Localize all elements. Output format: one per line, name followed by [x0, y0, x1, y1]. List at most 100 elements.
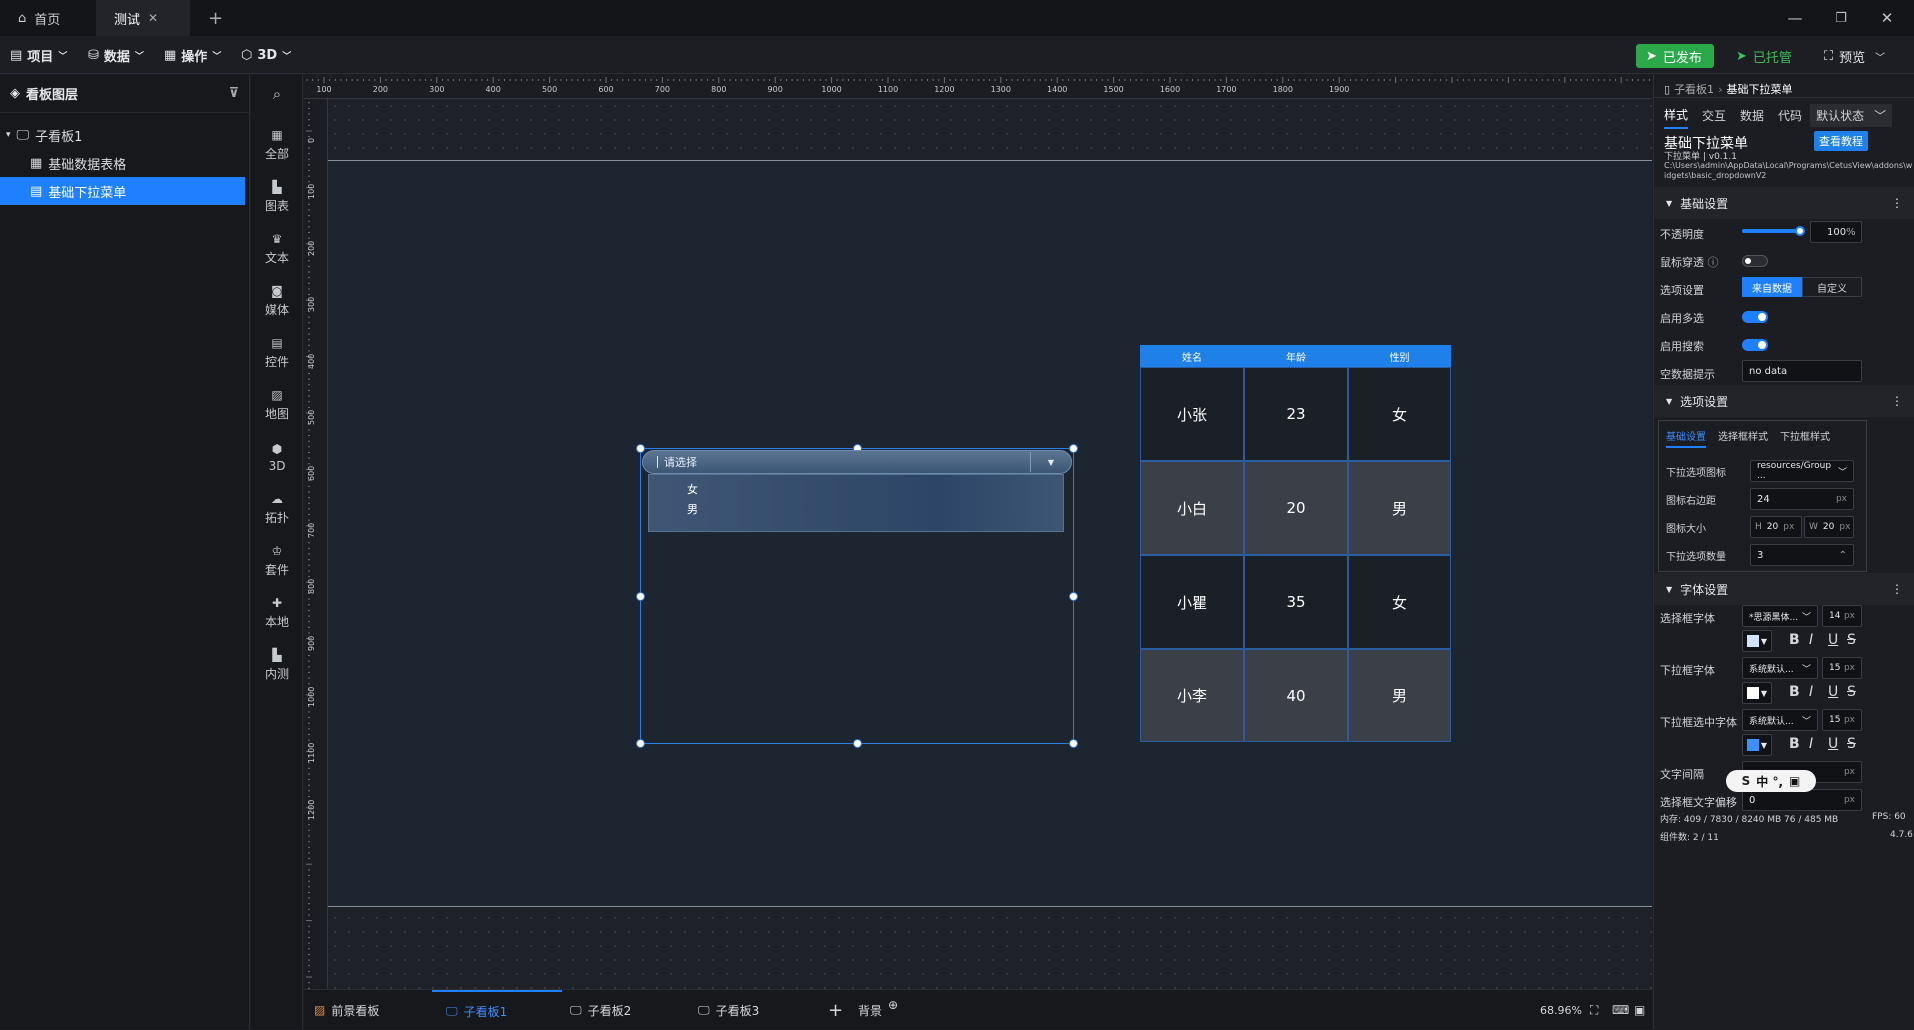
strikethrough-icon[interactable]: S [1847, 632, 1856, 648]
tab-subboard-2[interactable]: 🖵 子看板2 [570, 990, 631, 1030]
more-icon[interactable]: ⋮ [1891, 582, 1903, 596]
tab-foreground[interactable]: ▨ 前景看板 [314, 990, 379, 1030]
box-font-select[interactable]: *思源黑体... ﹀ [1742, 605, 1818, 627]
tab-subboard-1[interactable]: 🖵 子看板1 [432, 990, 562, 1030]
bold-icon[interactable]: B [1789, 632, 1800, 648]
list-font-select[interactable]: 系统默认... ﹀ [1742, 657, 1818, 679]
icon-height-input[interactable]: H 20 px [1750, 516, 1802, 538]
underline-icon[interactable]: U [1828, 736, 1838, 752]
section-options[interactable]: ▼ 选项设置 ⋮ [1654, 385, 1914, 417]
selected-font-select[interactable]: 系统默认... ﹀ [1742, 709, 1818, 731]
sidebar-item-3d[interactable]: ⬢ 3D [251, 431, 303, 483]
empty-text-input[interactable]: no data [1742, 360, 1862, 382]
more-icon[interactable]: ⋮ [1891, 196, 1903, 210]
tab-test[interactable]: 测试 ✕ [96, 0, 190, 36]
dropdown-option[interactable]: 男 [687, 501, 698, 517]
resize-handle-r[interactable] [1069, 592, 1078, 601]
option-from-data[interactable]: 来自数据 [1742, 277, 1802, 297]
search-icon[interactable]: ⌕ [251, 75, 303, 113]
strikethrough-icon[interactable]: S [1847, 736, 1856, 752]
bold-icon[interactable]: B [1789, 736, 1800, 752]
box-font-color[interactable]: ▼ [1742, 630, 1772, 652]
sidebar-item-all[interactable]: ▦ 全部 [251, 119, 303, 171]
hosted-button[interactable]: ➤ 已托管 [1726, 44, 1802, 68]
search-toggle[interactable] [1742, 339, 1768, 351]
ime-toolbar[interactable]: S中 °, ▣ [1726, 770, 1816, 792]
option-count-input[interactable]: 3 ⌃ [1750, 544, 1854, 566]
fit-icon[interactable]: ⛶ [1590, 990, 1598, 1030]
keyboard-icon[interactable]: ⌨ [1612, 990, 1629, 1030]
add-tab-icon[interactable]: + [190, 0, 230, 36]
help-icon[interactable]: ⓘ [1708, 256, 1719, 269]
list-font-color[interactable]: ▼ [1742, 682, 1772, 704]
tab-code[interactable]: 代码 [1778, 107, 1802, 124]
tab-data[interactable]: 数据 [1740, 107, 1764, 124]
dropdown-select-box[interactable]: 请选择 ▼ [642, 450, 1072, 474]
section-basic[interactable]: ▼ 基础设置 ⋮ [1654, 187, 1914, 219]
text-offset-input[interactable]: 0 px [1742, 789, 1862, 811]
multi-select-toggle[interactable] [1742, 311, 1768, 323]
window-close-icon[interactable]: ✕ [1864, 0, 1910, 36]
sidebar-item-local[interactable]: ✚ 本地 [251, 587, 303, 639]
tab-home[interactable]: ⌂ 首页 [0, 0, 88, 36]
terminal-icon[interactable]: ▣ [1634, 990, 1645, 1030]
list-font-size[interactable]: 15 px [1822, 657, 1862, 679]
sidebar-item-map[interactable]: ▨ 地图 [251, 379, 303, 431]
dropdown-option[interactable]: 女 [687, 481, 698, 497]
mouse-through-toggle[interactable] [1742, 255, 1768, 267]
subtab-select-style[interactable]: 选择框样式 [1718, 428, 1768, 448]
opacity-slider[interactable] [1742, 229, 1798, 233]
icon-width-input[interactable]: W 20 px [1804, 516, 1854, 538]
sidebar-item-topology[interactable]: ☁ 拓扑 [251, 483, 303, 535]
option-custom[interactable]: 自定义 [1802, 277, 1862, 297]
sidebar-item-control[interactable]: ▤ 控件 [251, 327, 303, 379]
add-circle-icon[interactable]: ⊕ [888, 998, 898, 1012]
menu-3d[interactable]: ⬡ 3D ﹀ [241, 36, 291, 74]
layer-item-board[interactable]: ▾ 🖵 子看板1 [0, 121, 249, 149]
layer-item-dropdown[interactable]: ▤ 基础下拉菜单 [0, 177, 245, 205]
subtab-basic[interactable]: 基础设置 [1666, 428, 1706, 448]
tab-interaction[interactable]: 交互 [1702, 107, 1726, 124]
section-font[interactable]: ▼ 字体设置 ⋮ [1654, 573, 1914, 605]
minimize-icon[interactable]: — [1772, 0, 1818, 36]
strikethrough-icon[interactable]: S [1847, 684, 1856, 700]
more-icon[interactable]: ⋮ [1891, 394, 1903, 408]
underline-icon[interactable]: U [1828, 632, 1838, 648]
sidebar-item-chart[interactable]: ▙ 图表 [251, 171, 303, 223]
menu-data[interactable]: ⛁ 数据 ﹀ [88, 36, 144, 74]
subtab-list-style[interactable]: 下拉框样式 [1780, 428, 1830, 448]
sidebar-item-kit[interactable]: ♔ 套件 [251, 535, 303, 587]
tab-background[interactable]: 背景 ⊕ [858, 990, 898, 1030]
bold-icon[interactable]: B [1789, 684, 1800, 700]
italic-icon[interactable]: I [1809, 632, 1813, 648]
sidebar-item-text[interactable]: ♛ 文本 [251, 223, 303, 275]
resize-handle-tr[interactable] [1069, 444, 1078, 453]
data-table[interactable]: 姓名 年龄 性别 小张 23 女 小白 20 男 小瞿 35 女 小李 40 男 [1140, 345, 1451, 742]
box-font-size[interactable]: 14 px [1822, 605, 1862, 627]
resize-handle-br[interactable] [1069, 739, 1078, 748]
state-select[interactable]: 默认状态 ﹀ [1810, 103, 1893, 127]
icon-select[interactable]: resources/Group ... ﹀ [1750, 460, 1854, 482]
opacity-input[interactable]: 100% [1810, 221, 1862, 243]
add-board-icon[interactable]: + [828, 990, 843, 1030]
filter-icon[interactable]: ⊽ [228, 86, 239, 101]
icon-margin-input[interactable]: 24 px [1750, 488, 1854, 510]
publish-button[interactable]: ➤ 已发布 [1636, 44, 1714, 68]
restore-icon[interactable]: ❐ [1818, 0, 1864, 36]
tutorial-button[interactable]: 查看教程 [1814, 131, 1868, 151]
tab-style[interactable]: 样式 [1664, 102, 1689, 129]
tab-subboard-3[interactable]: 🖵 子看板3 [698, 990, 759, 1030]
italic-icon[interactable]: I [1809, 684, 1813, 700]
layer-item-table[interactable]: ▦ 基础数据表格 [0, 149, 249, 177]
resize-handle-bl[interactable] [636, 739, 645, 748]
resize-handle-tl[interactable] [636, 444, 645, 453]
stepper-up-icon[interactable]: ⌃ [1839, 550, 1847, 561]
sidebar-item-beta[interactable]: ▙ 内测 [251, 639, 303, 691]
slider-thumb[interactable] [1795, 226, 1805, 236]
zoom-level[interactable]: 68.96% [1540, 990, 1582, 1030]
underline-icon[interactable]: U [1828, 684, 1838, 700]
selected-font-size[interactable]: 15 px [1822, 709, 1862, 731]
menu-operation[interactable]: ▦ 操作 ﹀ [164, 36, 221, 74]
resize-handle-l[interactable] [636, 592, 645, 601]
resize-handle-b[interactable] [853, 739, 862, 748]
